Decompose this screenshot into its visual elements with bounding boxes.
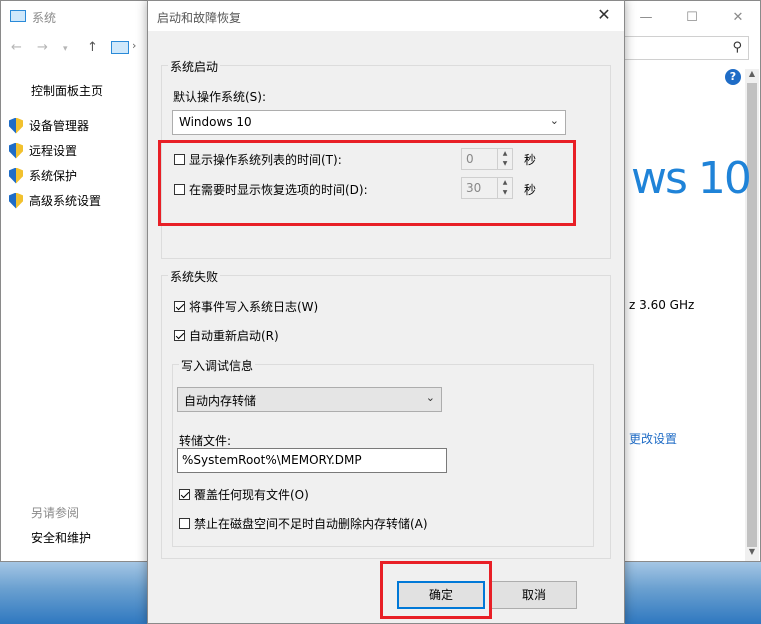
sidebar-item-system-protection[interactable]: 系统保护	[9, 167, 77, 184]
close-icon[interactable]: ✕	[592, 5, 616, 24]
checkbox-box[interactable]	[174, 301, 185, 312]
disable-auto-delete-checkbox[interactable]: 禁止在磁盘空间不足时自动删除内存转储(A)	[179, 515, 428, 532]
checkbox-label: 自动重新启动(R)	[189, 329, 279, 343]
computer-icon	[10, 10, 26, 22]
control-panel-home-link[interactable]: 控制面板主页	[31, 82, 103, 99]
shield-icon	[9, 142, 23, 159]
overwrite-checkbox[interactable]: 覆盖任何现有文件(O)	[179, 486, 309, 503]
checkbox-label: 覆盖任何现有文件(O)	[194, 488, 309, 502]
back-arrow-icon[interactable]: ←	[11, 40, 22, 55]
recent-dropdown-icon[interactable]: ▾	[63, 44, 68, 54]
sidebar-item-device-manager[interactable]: 设备管理器	[9, 117, 89, 134]
address-computer-icon	[111, 41, 129, 54]
dump-file-label: 转储文件:	[179, 434, 232, 448]
left-panel: 控制面板主页 设备管理器 远程设置 系统保护 高级系统设置 另请参阅 安全和维护	[1, 63, 149, 563]
minimize-icon[interactable]: —	[623, 1, 669, 33]
auto-restart-checkbox[interactable]: 自动重新启动(R)	[174, 327, 279, 344]
shield-icon	[9, 192, 23, 209]
sidebar-item-remote-settings[interactable]: 远程设置	[9, 142, 77, 159]
highlight-box	[380, 561, 492, 619]
change-settings-link[interactable]: 更改设置	[629, 430, 677, 447]
write-event-checkbox[interactable]: 将事件写入系统日志(W)	[174, 298, 318, 315]
search-input[interactable]: ⚲	[623, 36, 749, 60]
group-label: 系统失败	[168, 268, 221, 285]
security-maintenance-link[interactable]: 安全和维护	[31, 529, 91, 546]
dump-file-value: %SystemRoot%\MEMORY.DMP	[182, 453, 362, 467]
sidebar-item-label: 系统保护	[29, 169, 78, 183]
dump-type-value: 自动内存转储	[184, 394, 257, 408]
group-label: 写入调试信息	[179, 357, 256, 374]
system-title: 系统	[32, 11, 57, 25]
default-os-select[interactable]: Windows 10 ⌄	[172, 110, 566, 135]
breadcrumb-separator[interactable]: ›	[132, 39, 136, 52]
checkbox-box[interactable]	[174, 330, 185, 341]
cancel-button[interactable]: 取消	[491, 581, 577, 609]
scroll-up-icon[interactable]: ▲	[745, 69, 759, 83]
sidebar-item-label: 远程设置	[29, 144, 78, 158]
checkbox-label: 将事件写入系统日志(W)	[189, 300, 319, 314]
checkbox-label: 禁止在磁盘空间不足时自动删除内存转储(A)	[194, 517, 428, 531]
search-icon[interactable]: ⚲	[732, 40, 742, 55]
default-os-value: Windows 10	[179, 115, 252, 129]
group-label: 系统启动	[168, 58, 221, 75]
startup-recovery-dialog: 启动和故障恢复 ✕ 系统启动 默认操作系统(S): Windows 10 ⌄ 显…	[147, 0, 625, 624]
sidebar-item-label: 设备管理器	[29, 119, 90, 133]
sidebar-item-advanced-settings[interactable]: 高级系统设置	[9, 192, 101, 209]
scroll-down-icon[interactable]: ▼	[745, 547, 759, 561]
forward-arrow-icon[interactable]: →	[37, 40, 48, 55]
dialog-titlebar: 启动和故障恢复 ✕	[148, 1, 624, 31]
highlight-box	[158, 140, 576, 226]
shield-icon	[9, 117, 23, 134]
dialog-title: 启动和故障恢复	[157, 11, 242, 25]
help-icon[interactable]: ?	[725, 69, 741, 85]
shield-icon	[9, 167, 23, 184]
checkbox-box[interactable]	[179, 489, 190, 500]
close-icon[interactable]: ✕	[715, 1, 761, 33]
sidebar-item-label: 高级系统设置	[29, 194, 102, 208]
see-also-heading: 另请参阅	[31, 506, 80, 520]
default-os-label: 默认操作系统(S):	[173, 90, 267, 104]
processor-speed: z 3.60 GHz	[629, 298, 695, 312]
maximize-icon[interactable]: ☐	[669, 1, 715, 33]
dump-file-input[interactable]: %SystemRoot%\MEMORY.DMP	[177, 448, 447, 473]
vertical-scrollbar[interactable]: ▲ ▼	[745, 69, 759, 561]
checkbox-box[interactable]	[179, 518, 190, 529]
windows-logo-text: ws 10	[631, 153, 752, 204]
dump-type-select[interactable]: 自动内存转储 ⌄	[177, 387, 442, 412]
up-arrow-icon[interactable]: ↑	[87, 40, 98, 55]
chevron-down-icon: ⌄	[425, 391, 435, 404]
chevron-down-icon: ⌄	[549, 114, 559, 127]
